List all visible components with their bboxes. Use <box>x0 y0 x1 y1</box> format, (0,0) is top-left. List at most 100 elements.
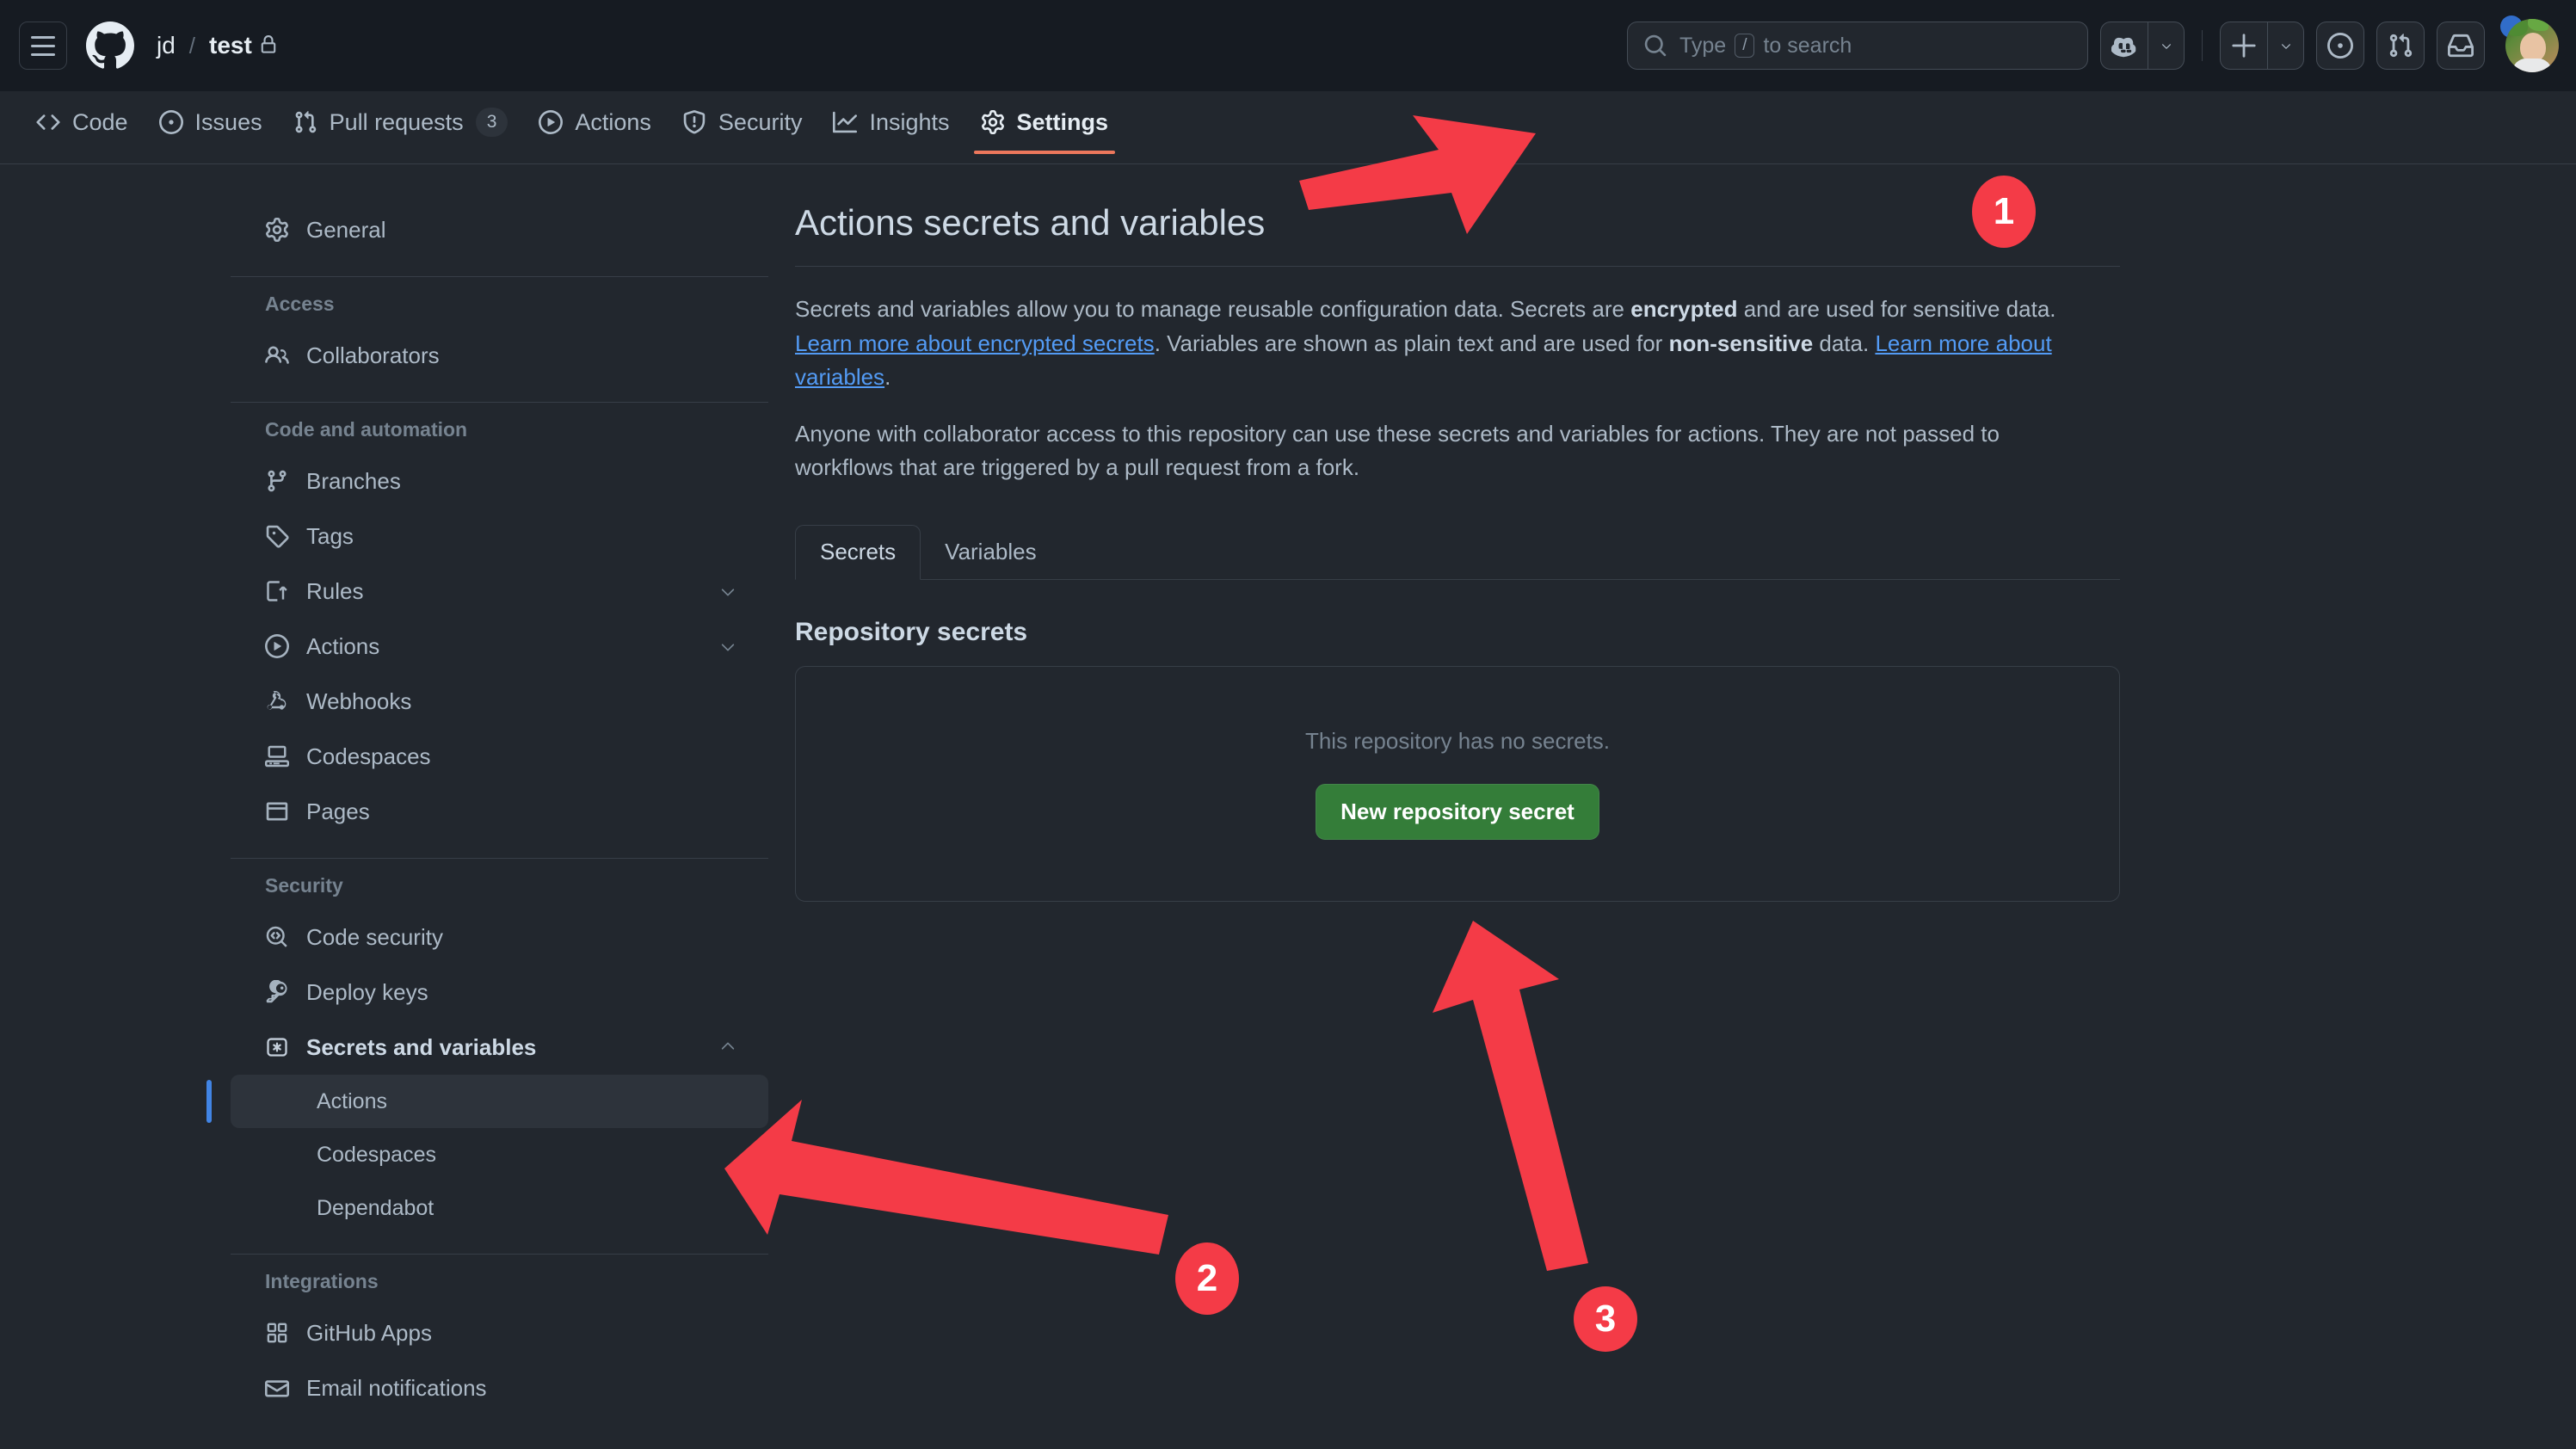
sidebar-item-pages[interactable]: Pages <box>231 784 768 839</box>
annotation-badge-1: 1 <box>1972 176 2036 248</box>
tab-pull-requests-label: Pull requests <box>329 108 464 135</box>
sidebar-item-pages-label: Pages <box>306 798 370 824</box>
sidebar-item-github-apps[interactable]: GitHub Apps <box>231 1305 768 1360</box>
sidebar-item-branches[interactable]: Branches <box>231 453 768 509</box>
sidebar-item-collaborators[interactable]: Collaborators <box>231 328 768 383</box>
copilot-button-group[interactable] <box>2100 22 2185 70</box>
copilot-dropdown-button[interactable] <box>2148 22 2184 69</box>
search-input[interactable]: Type / to search <box>1627 22 2088 70</box>
header-divider <box>2202 30 2203 61</box>
hamburger-icon[interactable] <box>19 22 67 70</box>
chevron-down-icon[interactable] <box>717 580 739 602</box>
breadcrumb-owner[interactable]: jd <box>157 32 176 59</box>
tab-insights-label: Insights <box>869 108 950 135</box>
sidebar-subitem-dependabot[interactable]: Dependabot <box>231 1181 768 1235</box>
git-pull-request-icon <box>295 111 316 133</box>
annotation-badge-2: 2 <box>1175 1242 1239 1315</box>
sidebar-item-email-notifications[interactable]: Email notifications <box>231 1360 768 1415</box>
annotation-badge-3-label: 3 <box>1594 1298 1617 1340</box>
header-actions: Type / to search <box>1627 0 2559 91</box>
tab-secrets[interactable]: Secrets <box>795 524 921 580</box>
link-encrypted-secrets[interactable]: Learn more about encrypted secrets <box>795 330 1155 356</box>
tab-issues[interactable]: Issues <box>144 91 278 153</box>
tab-security-label: Security <box>718 108 803 135</box>
secrets-variables-tabs: Secrets Variables <box>795 523 2120 580</box>
empty-state-text: This repository has no secrets. <box>1304 727 1611 754</box>
create-new-button-group[interactable] <box>2220 22 2304 70</box>
new-repository-secret-button[interactable]: New repository secret <box>1316 783 1599 840</box>
rules-icon <box>267 581 287 601</box>
breadcrumb-repo-wrap: test <box>209 32 278 59</box>
sidebar-item-webhooks[interactable]: Webhooks <box>231 674 768 729</box>
annotation-badge-2-label: 2 <box>1196 1257 1218 1299</box>
sidebar-subitem-codespaces[interactable]: Codespaces <box>231 1128 768 1181</box>
tab-settings[interactable]: Settings <box>965 91 1125 154</box>
breadcrumb: jd / test <box>157 32 278 59</box>
sidebar-item-actions[interactable]: Actions <box>231 619 768 674</box>
notifications-button[interactable] <box>2437 22 2485 70</box>
avatar[interactable] <box>2500 15 2559 72</box>
repository-nav: Code Issues Pull requests 3 Actions Secu… <box>0 91 2576 164</box>
intro-paragraph-1: Secrets and variables allow you to manag… <box>795 293 2098 395</box>
tab-security[interactable]: Security <box>667 91 818 153</box>
tab-pull-requests[interactable]: Pull requests 3 <box>278 91 524 153</box>
sidebar-heading-access: Access <box>265 293 335 315</box>
browser-icon <box>266 802 288 821</box>
tab-code[interactable]: Code <box>21 91 144 153</box>
sidebar-item-deploy-keys[interactable]: Deploy keys <box>231 965 768 1020</box>
apps-icon <box>267 1323 287 1343</box>
inbox-icon <box>2448 34 2474 58</box>
asterisk-icon <box>267 1038 287 1057</box>
github-logo-icon[interactable] <box>86 22 134 70</box>
sidebar-item-rules[interactable]: Rules <box>231 564 768 619</box>
sidebar-divider <box>231 276 768 277</box>
codespaces-icon <box>265 745 289 768</box>
tab-variables[interactable]: Variables <box>921 525 1060 580</box>
sidebar-item-secrets-and-variables[interactable]: Secrets and variables <box>231 1020 768 1075</box>
sidebar-subitem-dependabot-label: Dependabot <box>317 1195 434 1220</box>
sidebar-divider <box>231 402 768 403</box>
breadcrumb-repo[interactable]: test <box>209 32 252 59</box>
chevron-up-icon[interactable] <box>717 1036 739 1058</box>
sidebar-subitem-codespaces-label: Codespaces <box>317 1142 436 1167</box>
title-divider <box>795 266 2120 267</box>
annotation-badge-3: 3 <box>1574 1286 1637 1352</box>
chevron-down-icon[interactable] <box>717 635 739 657</box>
copilot-button[interactable] <box>2101 22 2148 69</box>
sidebar-heading-security: Security <box>265 874 343 897</box>
issues-button[interactable] <box>2316 22 2364 70</box>
sidebar-subitem-actions-label: Actions <box>317 1088 387 1113</box>
sidebar-divider <box>231 858 768 859</box>
tab-code-label: Code <box>72 108 128 135</box>
create-new-button[interactable] <box>2221 22 2267 69</box>
pull-requests-button[interactable] <box>2376 22 2425 70</box>
sidebar-item-branches-label: Branches <box>306 467 401 494</box>
avatar-face <box>2520 33 2546 62</box>
chevron-down-icon <box>2281 44 2290 49</box>
search-placeholder: Type / to search <box>1679 34 1852 59</box>
sidebar-item-codespaces[interactable]: Codespaces <box>231 729 768 784</box>
sidebar-item-tags[interactable]: Tags <box>231 509 768 564</box>
sidebar-heading-code-and-automation: Code and automation <box>265 418 468 441</box>
annotation-badge-1-label: 1 <box>1993 190 2015 232</box>
tab-insights[interactable]: Insights <box>817 91 964 153</box>
breadcrumb-separator: / <box>188 32 196 59</box>
tab-actions[interactable]: Actions <box>523 91 667 153</box>
sidebar-item-general[interactable]: General <box>231 202 768 257</box>
gear-icon <box>981 110 1004 134</box>
avatar-foliage-left <box>2509 21 2528 36</box>
section-title-repository-secrets: Repository secrets <box>795 617 1028 646</box>
create-new-dropdown-button[interactable] <box>2267 22 2303 69</box>
main-content: Actions secrets and variables Secrets an… <box>795 202 2120 902</box>
intro-p1-t1: Secrets and variables allow you to manag… <box>795 296 1631 322</box>
gear-icon <box>266 218 288 242</box>
sidebar-item-actions-label: Actions <box>306 632 380 659</box>
settings-sidebar: General Access Collaborators Code and au… <box>206 202 768 1415</box>
intro-p1-b1: encrypted <box>1630 296 1738 322</box>
tab-settings-label: Settings <box>1016 108 1109 135</box>
intro-p1-t4: data. <box>1813 330 1876 356</box>
sidebar-item-code-security[interactable]: Code security <box>231 909 768 965</box>
sidebar-subitem-actions[interactable]: Actions <box>206 1075 768 1128</box>
intro-p1-t5: . <box>884 364 891 391</box>
tab-issues-label: Issues <box>194 108 262 135</box>
